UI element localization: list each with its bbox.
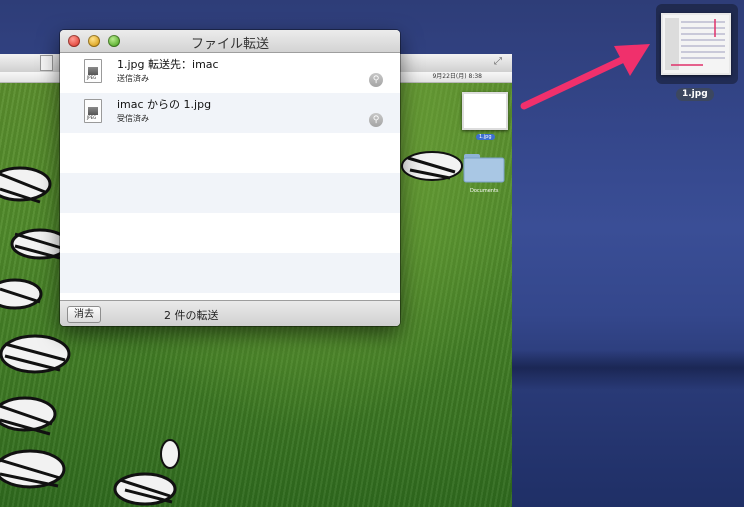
folder-icon[interactable] — [462, 150, 506, 184]
transfer-row[interactable]: JPEG 1.jpg 転送先：imac 送信済み ⚲ — [60, 53, 400, 93]
jpeg-preview-image — [661, 13, 731, 75]
clear-button[interactable]: 消去 — [67, 306, 101, 323]
fullscreen-icon[interactable]: ⤢ — [494, 56, 502, 67]
remote-file-thumbnail[interactable] — [462, 92, 508, 130]
document-icon — [40, 55, 53, 71]
empty-row — [60, 173, 400, 213]
magnifier-icon[interactable]: ⚲ — [369, 113, 383, 127]
zebra-image — [401, 151, 463, 181]
file-transfer-window: ファイル転送 JPEG 1.jpg 転送先：imac 送信済み ⚲ JPEG i… — [60, 30, 400, 326]
empty-row — [60, 253, 400, 293]
transfer-row[interactable]: JPEG imac からの 1.jpg 受信済み ⚲ — [60, 93, 400, 133]
transfer-list: JPEG 1.jpg 転送先：imac 送信済み ⚲ JPEG imac からの… — [60, 53, 400, 299]
window-titlebar[interactable]: ファイル転送 — [60, 30, 400, 53]
remote-menubar-clock: 9月22日(月) 8:38 — [432, 73, 482, 80]
remote-file-thumbnail-label: 1.jpg — [476, 134, 495, 140]
transfer-file-name: imac からの 1.jpg — [117, 98, 212, 111]
desktop-file-label: 1.jpg — [676, 88, 714, 101]
desktop-file-thumbnail[interactable] — [656, 4, 738, 84]
empty-row — [60, 213, 400, 253]
jpeg-file-icon: JPEG — [84, 59, 102, 83]
transfer-file-name: 1.jpg 転送先：imac — [117, 58, 219, 71]
window-footer: 消去 2 件の転送 — [60, 300, 400, 326]
window-title: ファイル転送 — [190, 37, 269, 52]
transfer-count: 2 件の転送 — [164, 309, 219, 322]
transfer-status: 受信済み — [117, 114, 149, 123]
jpeg-file-icon: JPEG — [84, 99, 102, 123]
arrow-icon — [520, 44, 650, 110]
remote-folder-label: Documents — [470, 188, 499, 194]
transfer-status: 送信済み — [117, 74, 149, 83]
magnifier-icon[interactable]: ⚲ — [369, 73, 383, 87]
empty-row — [60, 133, 400, 173]
